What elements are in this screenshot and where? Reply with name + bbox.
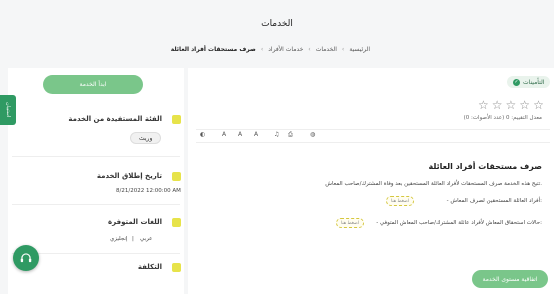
font-increase-icon[interactable]: A (222, 131, 226, 138)
accessibility-toolbar (196, 129, 550, 143)
star-icon[interactable]: ☆ (478, 99, 489, 111)
breadcrumb-individual-services[interactable]: خدمات الأفراد (268, 46, 303, 53)
chevron-left-icon: ‹ (260, 46, 264, 53)
calendar-icon (172, 172, 181, 181)
print-icon[interactable]: ⎙ (288, 131, 293, 139)
globe-icon[interactable]: ◍ (310, 131, 315, 138)
page-header: الخدمات الرئيسية ‹ الخدمات ‹ خدمات الأفر… (0, 0, 554, 68)
launch-date-value: 8/21/2022 12:00:00 AM (116, 188, 181, 194)
language-separator: | (132, 236, 134, 242)
beneficiary-title: الفئة المستفيدة من الخدمة (68, 115, 162, 123)
divider (12, 156, 180, 157)
eligibility-cases-item: - حالات استحقاق المعاش لأفراد عائلة المش… (376, 220, 542, 226)
check-icon: ✓ (513, 78, 520, 86)
service-description: تتيح هذه الخدمة صرف المستحقات لأفراد الع… (325, 181, 542, 187)
survey-tab[interactable]: استبيان (0, 95, 16, 125)
service-title: صرف مستحقات أفراد العائلة (428, 162, 542, 171)
start-service-button[interactable]: ابدأ الخدمة (43, 75, 143, 94)
rating-stars[interactable]: ☆ ☆ ☆ ☆ ☆ (478, 99, 544, 111)
click-here-chip[interactable]: اضغط هنا (336, 218, 365, 228)
rating-summary: معدل التقييم: 0 (عدد الأصوات: 0) (463, 115, 542, 121)
provider-badge: ✓ التأمينات (507, 76, 551, 88)
chat-support-button[interactable] (13, 245, 39, 271)
beneficiary-icon (172, 115, 181, 124)
cost-title: التكلفة (137, 263, 162, 271)
font-decrease-icon[interactable]: A (254, 131, 258, 138)
eligible-members-item: - أفراد العائلة المستحقين لصرف المعاش: (446, 198, 542, 204)
language-english: إنجليزي (110, 236, 128, 242)
breadcrumb-current: صرف مستحقات أفراد العائلة (170, 46, 256, 53)
font-normal-icon[interactable]: A (238, 131, 242, 138)
star-icon[interactable]: ☆ (519, 99, 530, 111)
provider-badge-label: التأمينات (523, 78, 545, 86)
chevron-left-icon: ‹ (308, 46, 311, 53)
sla-button[interactable]: اتفاقية مستوى الخدمة (472, 270, 548, 288)
click-here-chip[interactable]: اضغط هنا (386, 196, 415, 206)
star-icon[interactable]: ☆ (492, 99, 503, 111)
breadcrumb-services[interactable]: الخدمات (316, 46, 337, 53)
star-icon[interactable]: ☆ (533, 99, 544, 111)
cost-icon (172, 263, 181, 272)
page-title: الخدمات (261, 19, 293, 29)
chevron-left-icon: ‹ (341, 46, 345, 53)
language-arabic: عربي (140, 236, 153, 242)
headset-icon (20, 253, 32, 263)
breadcrumb-home[interactable]: الرئيسية (349, 46, 370, 53)
languages-icon (172, 218, 181, 227)
divider (12, 204, 180, 205)
contrast-icon[interactable]: ◐ (200, 131, 205, 138)
beneficiary-value: وريث (130, 132, 162, 144)
speech-icon[interactable]: ♫ (274, 131, 279, 138)
star-icon[interactable]: ☆ (506, 99, 517, 111)
launch-date-title: تاريخ إطلاق الخدمة (96, 172, 162, 180)
breadcrumb: الرئيسية ‹ الخدمات ‹ خدمات الأفراد ‹ صرف… (171, 46, 370, 53)
languages-title: اللغات المتوفرة (108, 218, 162, 226)
